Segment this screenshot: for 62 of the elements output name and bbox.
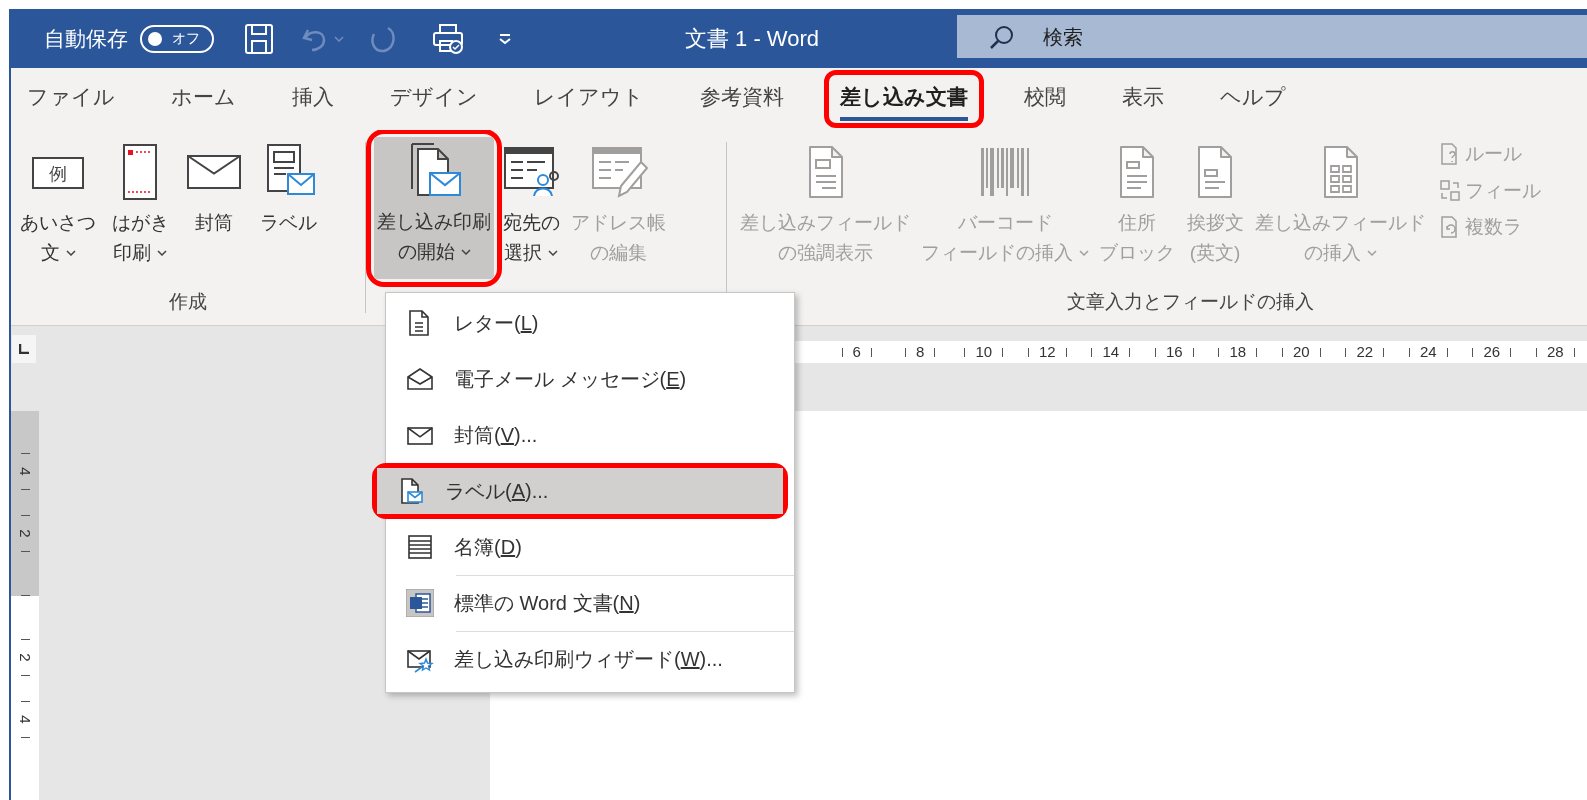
open-envelope-icon	[406, 365, 434, 393]
ribbon-tab[interactable]: 差し込み文書	[840, 77, 968, 121]
ribbon-button[interactable]: ラベル	[255, 138, 321, 280]
ruler-number: 24	[1419, 341, 1437, 362]
search-field[interactable]: 検索	[957, 15, 1587, 58]
save-icon[interactable]	[244, 22, 274, 55]
menu-item[interactable]: 標準の Word 文書(N)	[386, 575, 794, 631]
ribbon-button[interactable]: 宛先の 選択	[498, 138, 564, 280]
ruler-number: 20	[1292, 341, 1310, 362]
menu-item[interactable]: 差し込み印刷ウィザード(W)...	[386, 631, 794, 687]
ribbon-button[interactable]: 例 あいさつ 文	[17, 138, 99, 280]
ruler-number: 2	[17, 528, 33, 538]
ribbon-tab[interactable]: ホーム	[171, 77, 236, 121]
ruler-number: 6	[852, 341, 861, 362]
ribbon-tab[interactable]: 参考資料	[700, 77, 784, 121]
caret-icon	[157, 250, 167, 256]
word-document-icon	[406, 589, 434, 617]
ruler-number: 4	[17, 714, 33, 724]
menu-item[interactable]: ラベル(A)...	[377, 468, 783, 514]
caret-icon	[548, 250, 558, 256]
ruler-number: 22	[1356, 341, 1374, 362]
search-input[interactable]: 検索	[1043, 21, 1343, 52]
ruler-number: 26	[1483, 341, 1501, 362]
menu-item[interactable]: 電子メール メッセージ(E)	[386, 351, 794, 407]
menu-item[interactable]: 封筒(V)...	[386, 407, 794, 463]
customize-caret-icon[interactable]	[498, 32, 512, 45]
ribbon-tab[interactable]: 挿入	[292, 77, 334, 121]
ruler-number: 18	[1229, 341, 1247, 362]
search-icon	[989, 23, 1015, 50]
ribbon-tab[interactable]: レイアウト	[534, 77, 644, 121]
menu-item[interactable]: レター(L)	[386, 295, 794, 351]
caret-icon	[65, 250, 76, 256]
group-label: 作成	[169, 290, 207, 315]
ruler-number: 16	[1165, 341, 1183, 362]
ruler-number: 2	[17, 652, 33, 662]
corner-icon	[19, 344, 29, 354]
caret-icon	[1079, 250, 1089, 256]
autosave-label: 自動保存	[44, 25, 128, 52]
caret-icon	[1367, 250, 1377, 256]
ruler-number: 12	[1038, 341, 1056, 362]
ruler-number: 14	[1102, 341, 1120, 362]
ribbon-tab[interactable]: ファイル	[27, 77, 115, 121]
ribbon-tab[interactable]: ヘルプ	[1220, 77, 1286, 121]
ribbon-tab[interactable]: 表示	[1122, 77, 1164, 121]
window-title: 文書 1 - Word	[683, 25, 821, 53]
ruler-number: 8	[916, 341, 925, 362]
ribbon-tab[interactable]: デザイン	[390, 77, 478, 121]
printer-icon[interactable]	[432, 22, 464, 55]
caret-icon	[460, 249, 471, 255]
ribbon-button[interactable]: はがき 印刷	[107, 138, 173, 280]
ruler-number: 28	[1546, 341, 1564, 362]
list-icon	[406, 533, 434, 561]
autosave-toggle[interactable]: オフ	[140, 24, 214, 53]
ruler-number: 10	[975, 341, 993, 362]
menu-item[interactable]: 名簿(D)	[386, 519, 794, 575]
ruler-number: 4	[17, 466, 33, 476]
ribbon-button[interactable]: 封筒	[181, 138, 247, 280]
tab-stop-selector[interactable]	[12, 335, 36, 363]
group-label: 文章入力とフィールドの挿入	[1067, 290, 1314, 315]
swap-icon	[1439, 178, 1461, 203]
ribbon-button[interactable]: 差し込み印刷 の開始	[374, 137, 494, 279]
ribbon-tab[interactable]: 校閲	[1024, 77, 1066, 121]
